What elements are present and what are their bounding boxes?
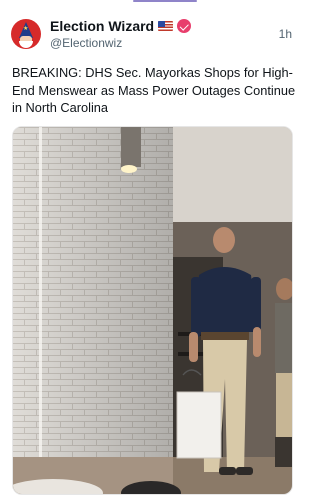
beard-shape	[19, 41, 33, 48]
post-image[interactable]	[12, 126, 293, 495]
verified-badge-icon	[177, 19, 192, 33]
post-text: BREAKING: DHS Sec. Mayorkas Shops for Hi…	[12, 65, 296, 115]
author-name-row[interactable]: Election Wizard	[50, 17, 192, 35]
display-name[interactable]: Election Wizard	[50, 18, 154, 34]
top-bar	[0, 0, 305, 3]
star-icon: ★	[23, 26, 29, 32]
post-timestamp[interactable]: 1h	[279, 27, 292, 41]
us-flag-icon	[158, 21, 174, 31]
avatar[interactable]: ★	[11, 19, 41, 49]
photo-scene	[13, 127, 292, 494]
post-header: ★ Election Wizard @Electionwiz 1h	[0, 14, 305, 54]
tab-indicator	[133, 0, 197, 2]
author-handle[interactable]: @Electionwiz	[50, 36, 122, 50]
